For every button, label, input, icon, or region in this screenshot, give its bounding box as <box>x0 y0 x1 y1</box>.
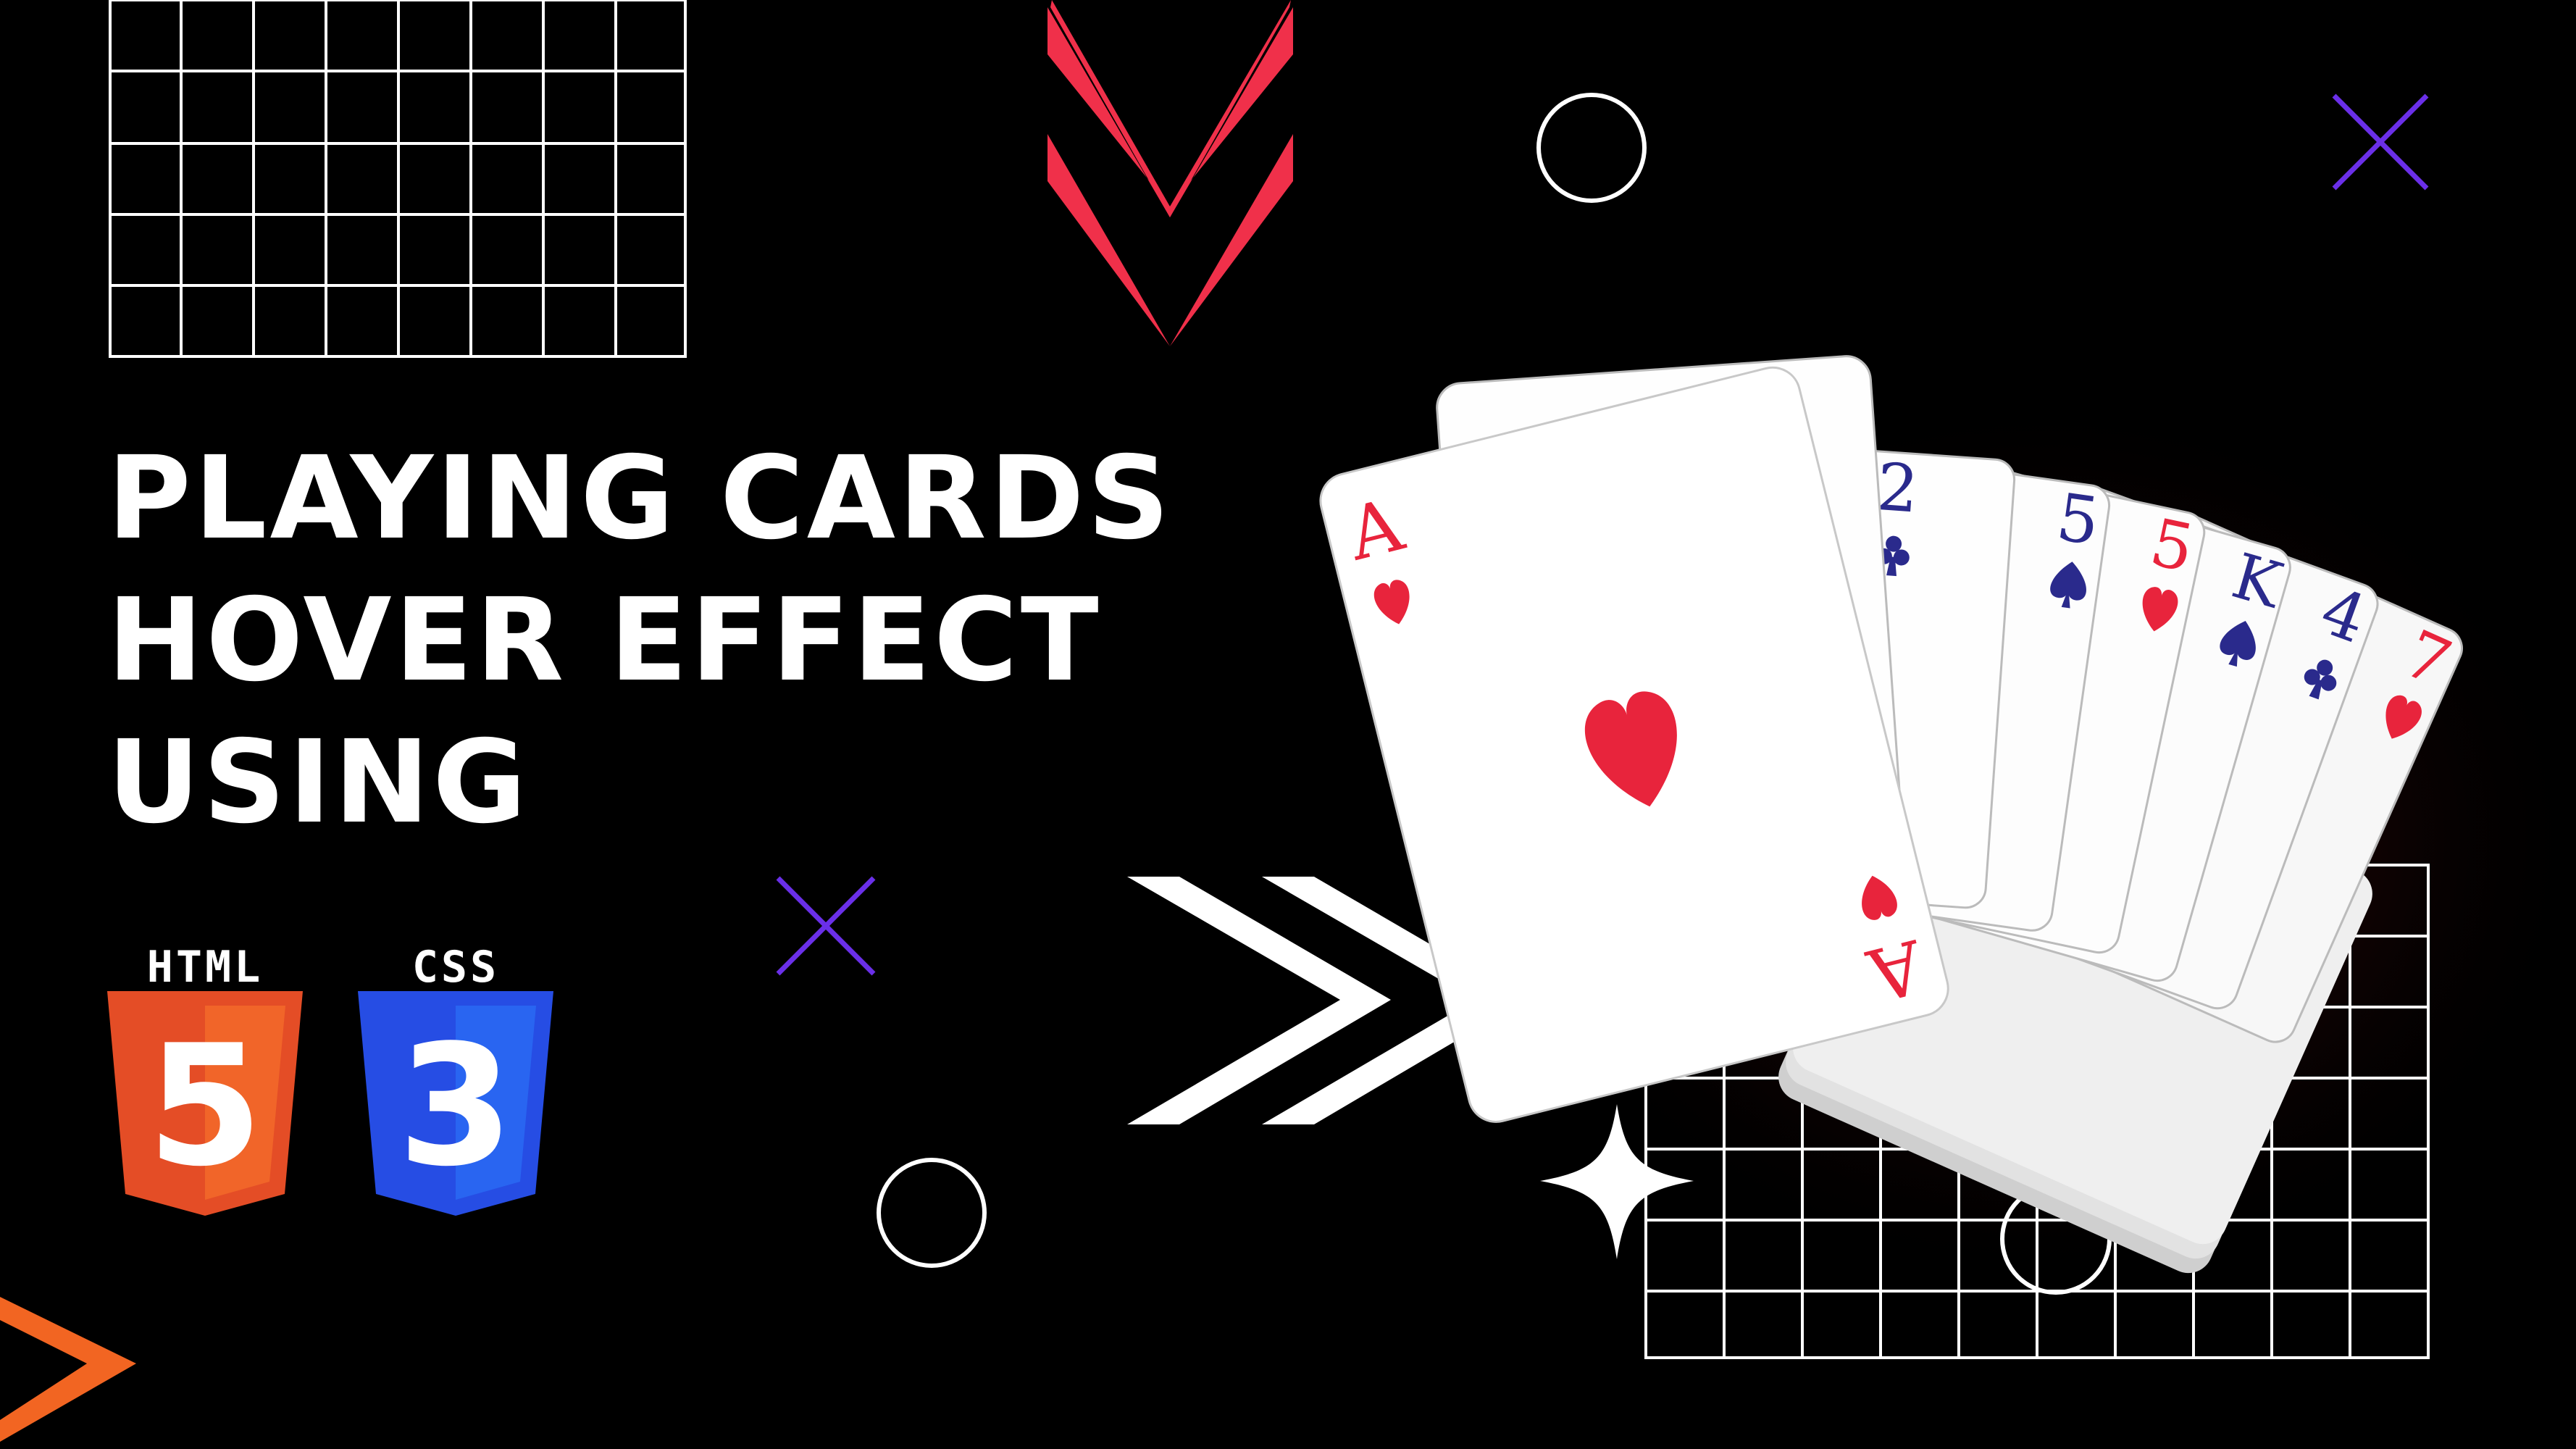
thumbnail-canvas: PLAYING CARDS HOVER EFFECT USING HTML 5 … <box>0 0 2576 1449</box>
playing-cards-fan: 7 4 K 5 5 2 A A <box>1319 355 2463 1274</box>
